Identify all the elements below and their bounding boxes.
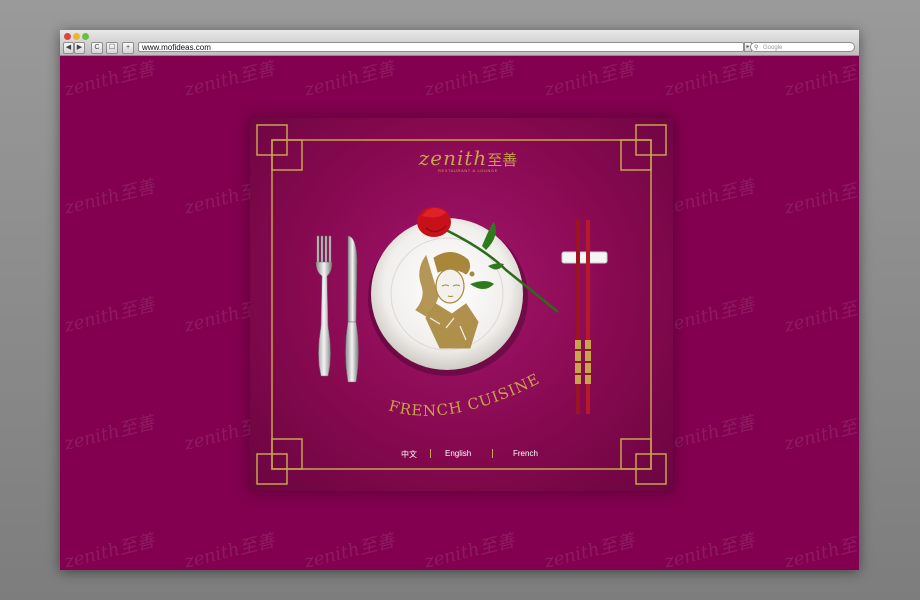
language-link-chinese[interactable]: 中文: [401, 449, 417, 460]
minimize-window-icon[interactable]: [73, 33, 80, 40]
close-window-icon[interactable]: [64, 33, 71, 40]
cuisine-title: FRENCH CUISINE: [387, 370, 543, 420]
language-divider: [430, 449, 431, 458]
forward-button[interactable]: ▶: [74, 42, 85, 54]
add-bookmark-button[interactable]: +: [122, 42, 134, 54]
language-link-english[interactable]: English: [445, 449, 471, 458]
svg-text:zenith至善: zenith至善: [421, 58, 519, 101]
watermark-logo-icon: zenith至善: [781, 176, 859, 219]
language-divider: [492, 449, 493, 458]
svg-text:zenith至善: zenith至善: [301, 58, 399, 101]
svg-text:zenith至善: zenith至善: [781, 530, 859, 570]
language-link-french[interactable]: French: [513, 449, 538, 458]
svg-text:zenith至善: zenith至善: [61, 176, 159, 219]
svg-text:zenith至善: zenith至善: [661, 58, 759, 101]
watermark-logo-icon: zenith至善: [661, 530, 759, 570]
knife-icon: [345, 235, 359, 383]
restaurant-logo[interactable]: zenith至善 RESTAURANT & LOUNGE: [416, 146, 520, 173]
watermark-logo-icon: zenith至善: [661, 58, 759, 101]
watermark-logo-icon: zenith至善: [781, 294, 859, 337]
watermark-logo-icon: zenith至善: [301, 530, 399, 570]
svg-text:zenith至善: zenith至善: [301, 530, 399, 570]
corner-knot-bottom-left-icon: [256, 438, 303, 485]
svg-text:zenith至善: zenith至善: [61, 294, 159, 337]
svg-text:zenith至善: zenith至善: [541, 530, 639, 570]
card-artwork: FRENCH CUISINE: [256, 124, 667, 485]
watermark-logo-icon: zenith至善: [61, 58, 159, 101]
svg-text:zenith至善: zenith至善: [661, 530, 759, 570]
watermark-logo-icon: zenith至善: [61, 530, 159, 570]
watermark-logo-icon: zenith至善: [661, 176, 759, 219]
search-placeholder: Google: [763, 45, 783, 51]
watermark-logo-icon: zenith至善: [781, 58, 859, 101]
watermark-logo-icon: zenith至善: [421, 58, 519, 101]
watermark-logo-icon: zenith至善: [301, 58, 399, 101]
svg-text:zenith至善: zenith至善: [61, 412, 159, 455]
corner-knot-bottom-right-icon: [620, 438, 667, 485]
watermark-logo-icon: zenith至善: [661, 412, 759, 455]
watermark-logo-icon: zenith至善: [781, 412, 859, 455]
svg-text:zenith至善: zenith至善: [541, 58, 639, 101]
page-viewport: zenith至善 zenith至善 zenith至善 zenith至善 zenith至善…: [60, 56, 859, 570]
watermark-logo-icon: zenith至善: [61, 176, 159, 219]
fork-icon: [315, 235, 333, 377]
svg-text:zenith至善: zenith至善: [661, 412, 759, 455]
corner-knot-top-right-icon: [620, 124, 667, 171]
corner-knot-top-left-icon: [256, 124, 303, 171]
svg-text:zenith至善: zenith至善: [421, 530, 519, 570]
svg-text:zenith至善: zenith至善: [661, 294, 759, 337]
chopsticks-icon: [561, 220, 608, 414]
watermark-logo-icon: zenith至善: [661, 294, 759, 337]
browser-window: ◀ ▶ C ☐ + www.mofideas.com ▸ ⚲ Google ze…: [60, 30, 859, 570]
logo-wordmark: zenith: [418, 146, 488, 170]
watermark-logo-icon: zenith至善: [61, 412, 159, 455]
watermark-logo-icon: zenith至善: [181, 530, 279, 570]
svg-text:zenith至善: zenith至善: [781, 412, 859, 455]
address-bar[interactable]: www.mofideas.com: [138, 42, 744, 52]
svg-text:zenith至善: zenith至善: [661, 176, 759, 219]
reload-button[interactable]: C: [91, 42, 103, 54]
watermark-logo-icon: zenith至善: [781, 530, 859, 570]
watermark-logo-icon: zenith至善: [421, 530, 519, 570]
svg-text:zenith至善: zenith至善: [781, 294, 859, 337]
svg-text:zenith至善: zenith至善: [781, 58, 859, 101]
menu-card: FRENCH CUISINE zenith至善 RESTAURANT & LOU…: [250, 118, 673, 491]
search-icon: ⚲: [754, 45, 759, 51]
svg-text:zenith至善: zenith至善: [181, 58, 279, 101]
logo-chinese-characters: 至善: [487, 151, 518, 169]
svg-text:zenith至善: zenith至善: [61, 530, 159, 570]
watermark-logo-icon: zenith至善: [181, 58, 279, 101]
watermark-logo-icon: zenith至善: [61, 294, 159, 337]
svg-text:zenith至善: zenith至善: [61, 58, 159, 101]
svg-text:zenith至善: zenith至善: [181, 530, 279, 570]
search-field[interactable]: ⚲ Google: [750, 42, 855, 52]
svg-text:zenith至善: zenith至善: [781, 176, 859, 219]
browser-toolbar: ◀ ▶ C ☐ + www.mofideas.com ▸ ⚲ Google: [60, 30, 859, 56]
watermark-logo-icon: zenith至善: [541, 530, 639, 570]
back-button[interactable]: ◀: [63, 42, 74, 54]
zoom-window-icon[interactable]: [82, 33, 89, 40]
watermark-logo-icon: zenith至善: [541, 58, 639, 101]
bookmark-button[interactable]: ☐: [106, 42, 118, 54]
